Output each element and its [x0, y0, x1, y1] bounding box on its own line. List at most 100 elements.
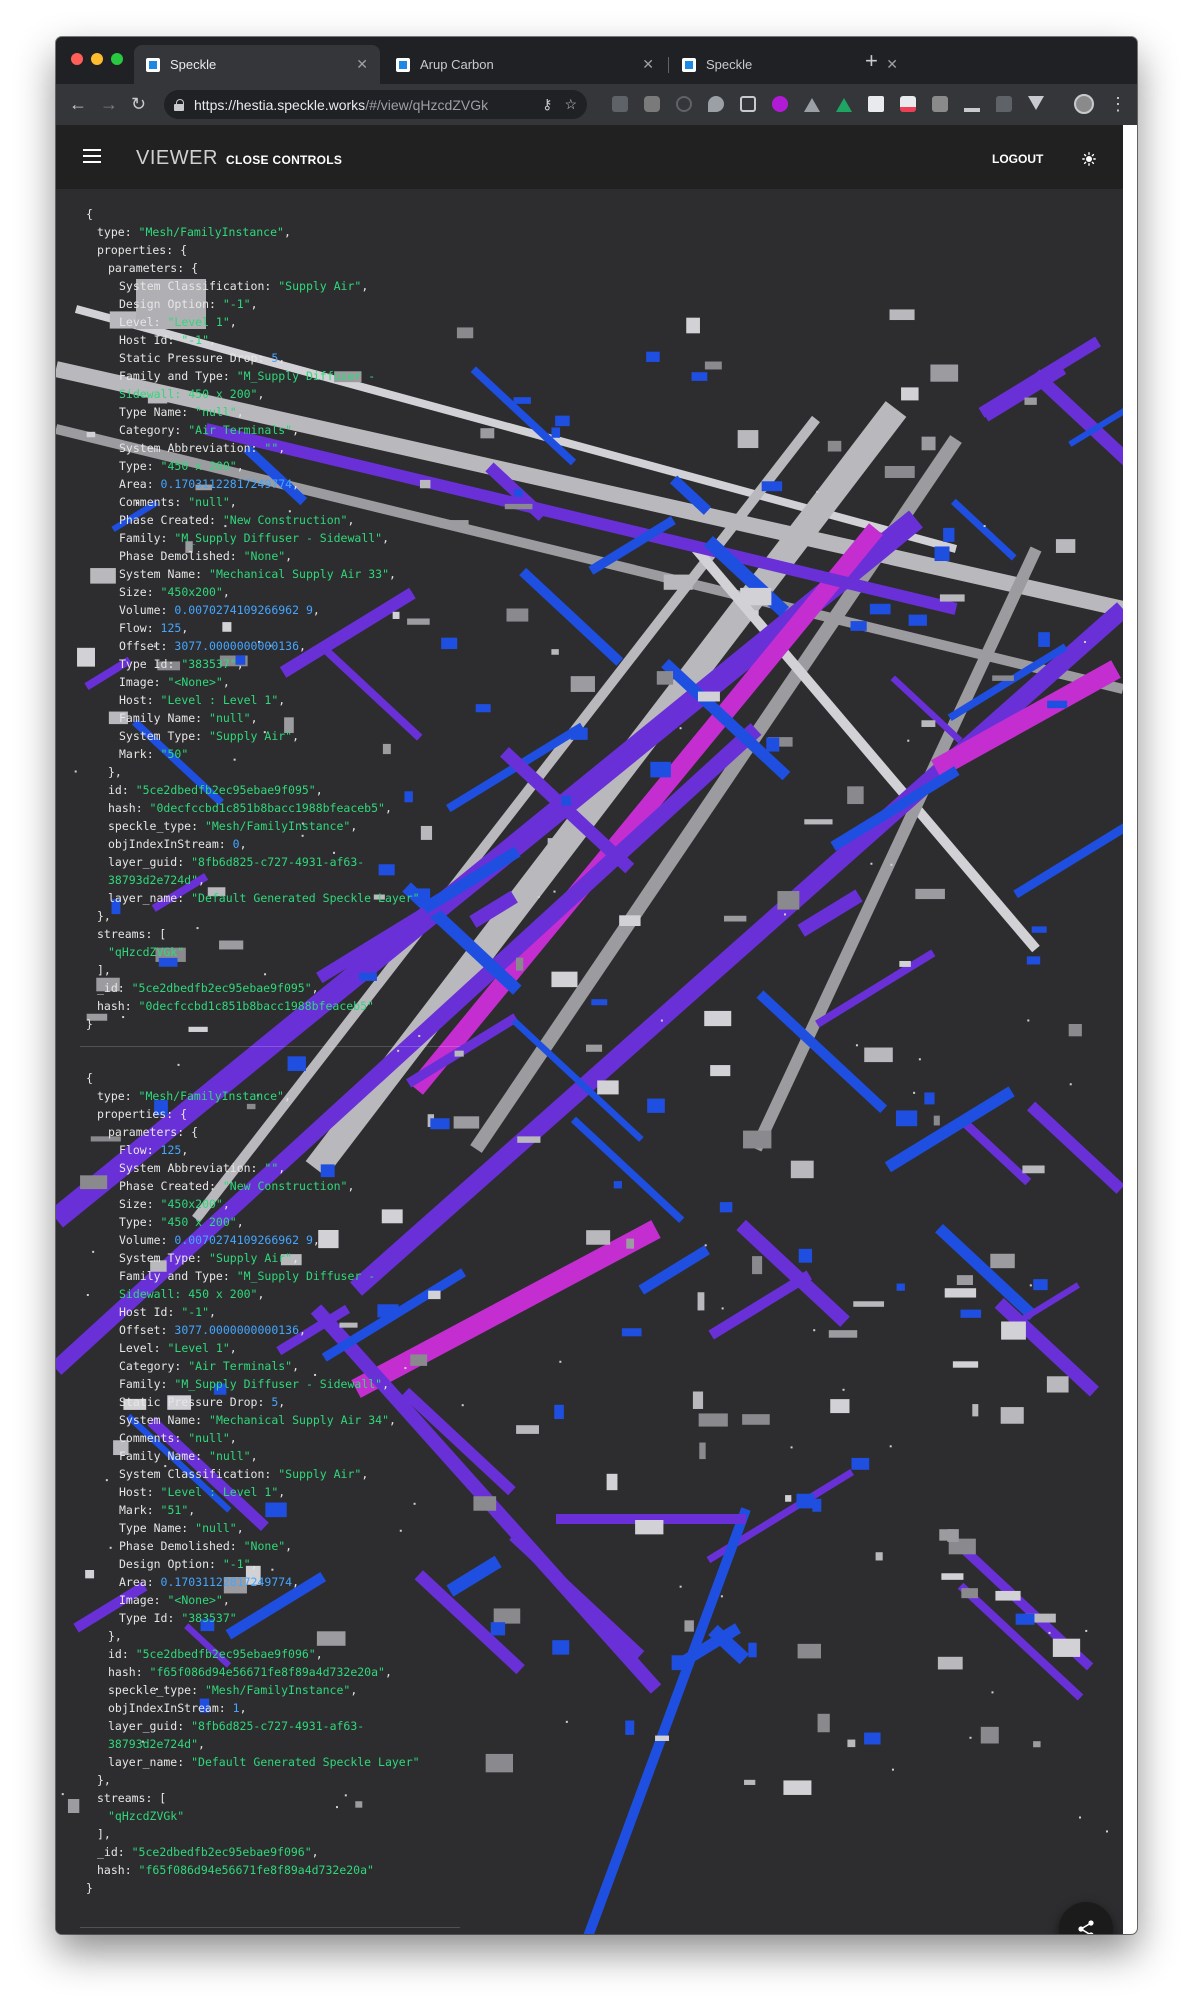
json-key: System Name: — [119, 1413, 210, 1427]
json-key: Mark: — [119, 747, 161, 761]
crown-icon[interactable] — [964, 96, 980, 112]
bookmark-star-icon[interactable]: ☆ — [564, 96, 577, 113]
json-punct: }, — [97, 1773, 111, 1787]
tab-speckle-active[interactable]: Speckle ✕ — [134, 45, 380, 84]
chat-icon[interactable] — [996, 96, 1012, 112]
json-line: System Type: "Supply Air", — [86, 727, 506, 745]
speckle-favicon-icon — [146, 57, 160, 72]
tab-title: Speckle — [170, 57, 217, 72]
duct-fitting — [752, 610, 759, 616]
json-key: speckle_type: — [108, 819, 205, 833]
duct-fitting — [915, 888, 945, 900]
json-key: properties: { — [97, 1107, 188, 1121]
json-line: _id: "5ce2dbedfb2ec95ebae9f095", — [86, 979, 506, 997]
json-line: System Classification: "Supply Air", — [86, 277, 506, 295]
json-line: Category: "Air Terminals", — [86, 1357, 506, 1375]
json-value: "" — [264, 1161, 279, 1175]
json-key: Type Name: — [119, 1521, 196, 1535]
sun-icon[interactable] — [1082, 152, 1096, 166]
duct-fitting — [785, 1495, 792, 1502]
json-key: Family: — [119, 1377, 175, 1391]
circle-icon[interactable] — [676, 96, 692, 112]
drive-color-icon[interactable] — [836, 96, 852, 112]
zoom-window-button[interactable] — [111, 53, 123, 65]
json-line: System Type: "Supply Air", — [86, 1249, 506, 1267]
duct-fitting — [570, 676, 595, 692]
diffuser — [850, 621, 867, 631]
new-tab-button[interactable]: + — [865, 49, 878, 73]
tab-close-icon[interactable]: ✕ — [356, 56, 368, 73]
json-key: Type: — [119, 459, 161, 473]
json-line: Family: "M_Supply Diffuser - Sidewall", — [86, 529, 506, 547]
json-punct: , — [347, 1179, 355, 1193]
json-value: "8fb6d825-c727-4931-af63- — [191, 855, 365, 869]
json-value: "Level : Level 1" — [160, 1485, 279, 1499]
json-punct: , — [222, 585, 230, 599]
doc-icon[interactable] — [868, 96, 884, 112]
duct-fitting — [1046, 1376, 1069, 1393]
json-value: "M_Supply Diffuser - Sidewall" — [174, 531, 383, 545]
shield-icon[interactable] — [612, 96, 628, 112]
json-key: Image: — [119, 675, 168, 689]
json-value: "f65f086d94e56671fe8f89a4d732e20a" — [149, 1665, 385, 1679]
diffuser — [896, 1283, 905, 1291]
duct-fitting — [921, 436, 936, 451]
marker — [559, 1360, 562, 1363]
json-key: id: — [108, 783, 136, 797]
json-punct: , — [285, 1539, 293, 1553]
pocket-icon[interactable] — [900, 96, 916, 112]
json-line: Family and Type: "M_Supply Diffuser - — [86, 1267, 506, 1285]
key-icon[interactable]: ⚷ — [542, 96, 552, 113]
close-window-button[interactable] — [71, 53, 83, 65]
duct-fitting — [697, 691, 720, 702]
lock-icon[interactable] — [174, 98, 184, 111]
tab-close-icon[interactable]: ✕ — [886, 56, 898, 73]
json-punct: , — [236, 405, 244, 419]
json-punct: , — [181, 1143, 189, 1157]
json-value: "Level 1" — [167, 315, 230, 329]
duct-fitting — [847, 786, 864, 805]
reload-icon[interactable]: ↻ — [131, 92, 146, 116]
v-icon[interactable] — [1028, 96, 1044, 112]
tab-arup-carbon[interactable]: Arup Carbon ✕ — [384, 45, 666, 84]
location-icon[interactable] — [708, 96, 724, 112]
json-value: "450 x 200" — [160, 1215, 237, 1229]
json-key: Flow: — [119, 621, 161, 635]
duct-fitting — [656, 671, 674, 685]
json-key: Size: — [119, 1197, 161, 1211]
profile-avatar[interactable] — [1074, 94, 1094, 114]
json-line: id: "5ce2dbedfb2ec95ebae9f096", — [86, 1645, 506, 1663]
g-icon[interactable] — [932, 96, 948, 112]
page-scrollbar[interactable] — [1123, 125, 1137, 1934]
json-punct: , — [236, 459, 244, 473]
drive-icon[interactable] — [804, 96, 820, 112]
json-key: Area: — [119, 1575, 161, 1589]
json-line: }, — [86, 1771, 506, 1789]
calendar-icon[interactable] — [740, 96, 756, 112]
diffuser — [621, 1328, 642, 1337]
duct-fitting — [783, 1780, 812, 1795]
json-key: Volume: — [119, 1233, 175, 1247]
json-line: Type Name: "null", — [86, 403, 506, 421]
forward-arrow-icon[interactable]: → — [100, 92, 118, 116]
json-key: hash: — [97, 999, 139, 1013]
address-bar[interactable]: https://hestia.speckle.works/#/view/qHzc… — [164, 90, 587, 119]
json-punct: , — [229, 495, 237, 509]
duct-fitting — [921, 720, 936, 727]
json-value: "Default Generated Speckle Layer" — [191, 891, 420, 905]
hamburger-icon[interactable] — [83, 149, 101, 163]
close-controls-button[interactable]: CLOSE CONTROLS — [226, 153, 342, 167]
minimize-window-button[interactable] — [91, 53, 103, 65]
diffuser — [943, 527, 955, 542]
logout-button[interactable]: LOGOUT — [992, 152, 1043, 166]
json-punct: }, — [97, 909, 111, 923]
tab-close-icon[interactable]: ✕ — [642, 56, 654, 73]
colorwheel-icon[interactable] — [772, 96, 788, 112]
chrome-menu-icon[interactable]: ⋮ — [1109, 92, 1127, 116]
json-line: System Abbreviation: "", — [86, 1159, 506, 1177]
json-punct: , — [361, 279, 369, 293]
camera-icon[interactable] — [644, 96, 660, 112]
json-punct: , — [222, 1197, 230, 1211]
json-line: parameters: { — [86, 259, 506, 277]
back-arrow-icon[interactable]: ← — [69, 92, 87, 116]
